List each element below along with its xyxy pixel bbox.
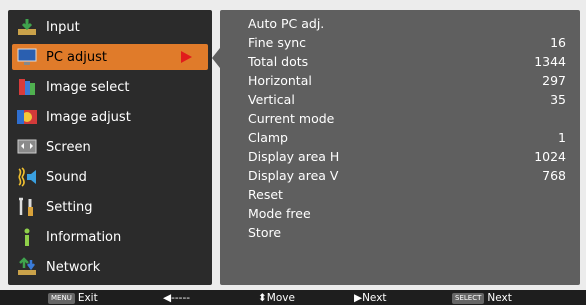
input-icon xyxy=(16,17,38,37)
option-label: Reset xyxy=(248,187,283,202)
menu-item-information[interactable]: Information xyxy=(12,224,208,250)
projector-menu-screen: Input PC adjust Image select Image adjus… xyxy=(0,0,586,305)
information-icon xyxy=(16,227,38,247)
exit-hint-label: Exit xyxy=(77,292,98,304)
option-mode-free[interactable]: Mode free xyxy=(248,204,566,223)
option-label: Current mode xyxy=(248,111,335,126)
option-label: Display area H xyxy=(248,149,340,164)
option-reset[interactable]: Reset xyxy=(248,185,566,204)
menu-item-setting[interactable]: Setting xyxy=(12,194,208,220)
menu-item-image-select[interactable]: Image select xyxy=(12,74,208,100)
option-horizontal[interactable]: Horizontal 297 xyxy=(248,71,566,90)
option-clamp[interactable]: Clamp 1 xyxy=(248,128,566,147)
option-total-dots[interactable]: Total dots 1344 xyxy=(248,52,566,71)
option-label: Display area V xyxy=(248,168,339,183)
screen-icon xyxy=(16,137,38,157)
pc-adjust-icon xyxy=(16,47,38,67)
menu-item-label: Input xyxy=(46,19,80,35)
option-value: 35 xyxy=(550,92,566,107)
option-label: Vertical xyxy=(248,92,295,107)
menu-key-badge: MENU xyxy=(48,292,75,304)
menu-item-network[interactable]: Network xyxy=(12,254,208,280)
menu-item-screen[interactable]: Screen xyxy=(12,134,208,160)
menu-item-input[interactable]: Input xyxy=(12,14,208,40)
option-display-area-h[interactable]: Display area H 1024 xyxy=(248,147,566,166)
option-label: Clamp xyxy=(248,130,288,145)
option-current-mode[interactable]: Current mode xyxy=(248,109,566,128)
option-value: 1024 xyxy=(534,149,566,164)
menu-item-label: PC adjust xyxy=(46,49,107,65)
submenu-pointer xyxy=(212,48,220,68)
menu-item-label: Screen xyxy=(46,139,91,155)
pc-adjust-panel: Auto PC adj. Fine sync 16 Total dots 134… xyxy=(220,10,580,285)
option-value: 1344 xyxy=(534,54,566,69)
option-auto-pc-adj[interactable]: Auto PC adj. xyxy=(248,14,566,33)
option-label: Auto PC adj. xyxy=(248,16,325,31)
next-hint: ▶Next xyxy=(354,291,387,305)
option-vertical[interactable]: Vertical 35 xyxy=(248,90,566,109)
menu-item-label: Sound xyxy=(46,169,87,185)
back-hint: ◀----- xyxy=(163,291,190,305)
menu-item-label: Image select xyxy=(46,79,130,95)
move-hint: ⬍Move xyxy=(258,291,295,305)
option-display-area-v[interactable]: Display area V 768 xyxy=(248,166,566,185)
option-label: Mode free xyxy=(248,206,311,221)
option-value: 297 xyxy=(542,73,566,88)
option-value: 1 xyxy=(558,130,566,145)
image-select-icon xyxy=(16,77,38,97)
menu-item-label: Image adjust xyxy=(46,109,131,125)
menu-item-label: Setting xyxy=(46,199,93,215)
back-hint-label: ◀----- xyxy=(163,292,191,304)
option-label: Store xyxy=(248,225,282,240)
menu-item-pc-adjust[interactable]: PC adjust xyxy=(12,44,208,70)
option-fine-sync[interactable]: Fine sync 16 xyxy=(248,33,566,52)
key-guide-bar: MENU Exit ◀----- ⬍Move ▶Next SELECT Next xyxy=(0,290,586,305)
network-icon xyxy=(16,257,38,277)
option-value: 16 xyxy=(550,35,566,50)
menu-item-label: Network xyxy=(46,259,101,275)
selected-arrow-icon xyxy=(181,51,192,63)
menu-item-image-adjust[interactable]: Image adjust xyxy=(12,104,208,130)
option-label: Horizontal xyxy=(248,73,312,88)
option-label: Fine sync xyxy=(248,35,307,50)
menu-item-sound[interactable]: Sound xyxy=(12,164,208,190)
option-label: Total dots xyxy=(248,54,309,69)
select-key-badge: SELECT xyxy=(452,292,485,304)
option-store[interactable]: Store xyxy=(248,223,566,242)
option-value: 768 xyxy=(542,168,566,183)
next-hint-label: ▶Next xyxy=(354,292,387,304)
setting-icon xyxy=(16,197,38,217)
image-adjust-icon xyxy=(16,107,38,127)
select-next-label: Next xyxy=(487,292,512,304)
move-hint-label: ⬍Move xyxy=(258,292,295,304)
select-next-hint: SELECT Next xyxy=(452,291,512,305)
exit-hint: MENU Exit xyxy=(48,291,98,305)
menu-item-label: Information xyxy=(46,229,122,245)
sound-icon xyxy=(16,167,38,187)
main-menu-sidebar: Input PC adjust Image select Image adjus… xyxy=(8,10,212,285)
